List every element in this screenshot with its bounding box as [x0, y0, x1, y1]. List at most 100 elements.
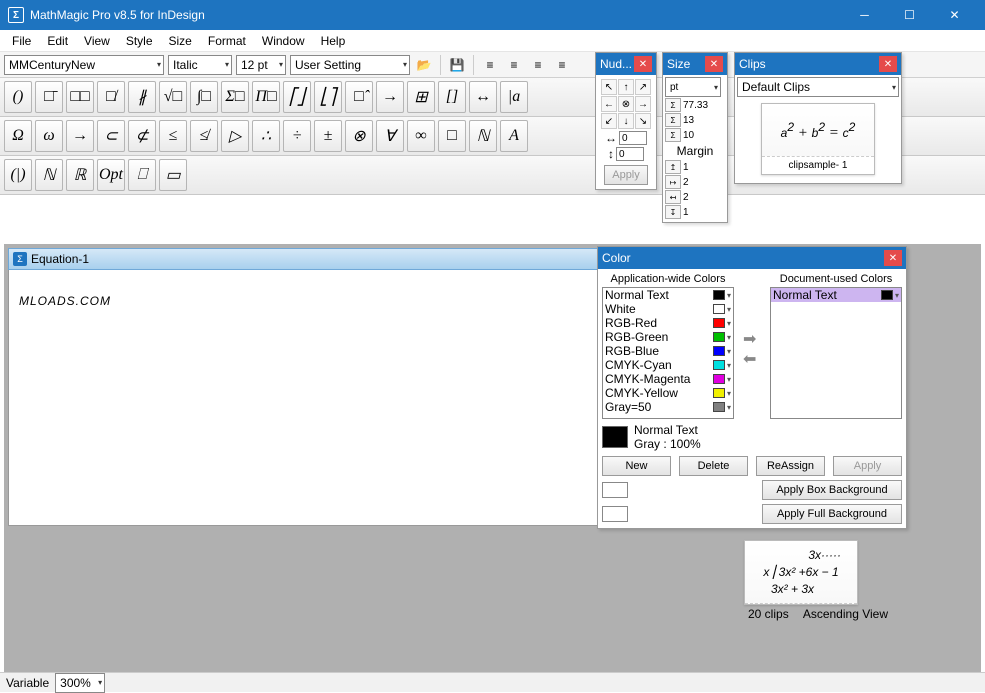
- palette-button[interactable]: ↔: [469, 81, 497, 113]
- nudge-s-icon[interactable]: ↓: [618, 113, 634, 129]
- palette-button[interactable]: ω: [35, 120, 63, 152]
- menu-window[interactable]: Window: [254, 32, 313, 50]
- palette-button[interactable]: □: [438, 120, 466, 152]
- menu-help[interactable]: Help: [313, 32, 354, 50]
- palette-button[interactable]: ⊄: [128, 120, 156, 152]
- color-new-button[interactable]: New: [602, 456, 671, 476]
- palette-button[interactable]: ℕ: [35, 159, 63, 191]
- nudge-close-icon[interactable]: ✕: [634, 56, 652, 72]
- palette-button[interactable]: □□: [66, 81, 94, 113]
- nudge-e-icon[interactable]: →: [635, 96, 651, 112]
- nudge-nw-icon[interactable]: ↖: [601, 79, 617, 95]
- menu-size[interactable]: Size: [161, 32, 200, 50]
- color-list-item[interactable]: Gray=50▾: [603, 400, 733, 414]
- palette-button[interactable]: ⎕: [128, 159, 156, 191]
- align-right-icon[interactable]: ≡: [528, 55, 548, 75]
- margin-row-icon[interactable]: ↦: [665, 175, 681, 189]
- palette-button[interactable]: |a: [500, 81, 528, 113]
- color-list-item[interactable]: Normal Text▾: [603, 288, 733, 302]
- document-titlebar[interactable]: Σ Equation-1: [8, 248, 638, 270]
- palette-button[interactable]: □̄: [35, 81, 63, 113]
- zoom-dropdown[interactable]: 300%: [55, 673, 105, 693]
- nudge-v-input[interactable]: [616, 147, 644, 161]
- size-unit-dropdown[interactable]: pt: [665, 77, 721, 97]
- close-button[interactable]: ✕: [932, 0, 977, 30]
- apply-full-bg-button[interactable]: Apply Full Background: [762, 504, 902, 524]
- margin-row-icon[interactable]: ↧: [665, 205, 681, 219]
- clip-tile[interactable]: 3x····· x⎟ 3x² +6x − 1 3x² + 3x: [744, 540, 858, 605]
- palette-button[interactable]: ⎣⎤: [314, 81, 342, 113]
- palette-button[interactable]: ℕ: [469, 120, 497, 152]
- palette-button[interactable]: □̂: [345, 81, 373, 113]
- menu-file[interactable]: File: [4, 32, 39, 50]
- menu-edit[interactable]: Edit: [39, 32, 76, 50]
- app-colors-list[interactable]: Normal Text▾White▾RGB-Red▾RGB-Green▾RGB-…: [602, 287, 734, 419]
- palette-button[interactable]: ∞: [407, 120, 435, 152]
- palette-button[interactable]: ≰: [190, 120, 218, 152]
- apply-box-bg-button[interactable]: Apply Box Background: [762, 480, 902, 500]
- size-titlebar[interactable]: Size ✕: [663, 53, 727, 75]
- align-justify-icon[interactable]: ≡: [552, 55, 572, 75]
- palette-button[interactable]: Σ□: [221, 81, 249, 113]
- color-list-item[interactable]: CMYK-Yellow▾: [603, 386, 733, 400]
- nudge-titlebar[interactable]: Nud... ✕: [596, 53, 656, 75]
- open-icon[interactable]: 📂: [414, 55, 434, 75]
- doc-colors-list[interactable]: Normal Text▾: [770, 287, 902, 419]
- clips-close-icon[interactable]: ✕: [879, 56, 897, 72]
- color-list-item[interactable]: RGB-Red▾: [603, 316, 733, 330]
- font-dropdown[interactable]: MMCenturyNew: [4, 55, 164, 75]
- color-apply-button[interactable]: Apply: [833, 456, 902, 476]
- color-list-item[interactable]: RGB-Blue▾: [603, 344, 733, 358]
- menu-format[interactable]: Format: [200, 32, 254, 50]
- move-left-icon[interactable]: ⬅: [743, 349, 761, 363]
- maximize-button[interactable]: ☐: [887, 0, 932, 30]
- nudge-h-input[interactable]: [619, 131, 647, 145]
- nudge-w-icon[interactable]: ←: [601, 96, 617, 112]
- nudge-sw-icon[interactable]: ↙: [601, 113, 617, 129]
- margin-row-icon[interactable]: ↤: [665, 190, 681, 204]
- full-bg-swatch[interactable]: [602, 506, 628, 522]
- palette-button[interactable]: →: [66, 120, 94, 152]
- color-list-item[interactable]: CMYK-Cyan▾: [603, 358, 733, 372]
- clips-set-dropdown[interactable]: Default Clips: [737, 77, 899, 97]
- size-row-icon[interactable]: Σ: [665, 113, 681, 127]
- clips-titlebar[interactable]: Clips ✕: [735, 53, 901, 75]
- fontstyle-dropdown[interactable]: Italic: [168, 55, 232, 75]
- size-row-icon[interactable]: Σ: [665, 98, 681, 112]
- palette-button[interactable]: A: [500, 120, 528, 152]
- palette-button[interactable]: (|): [4, 159, 32, 191]
- clip-tile[interactable]: a2 + b2 = c2 clipsample- 1: [761, 103, 875, 175]
- size-row-icon[interactable]: Σ: [665, 128, 681, 142]
- color-list-item[interactable]: White▾: [603, 302, 733, 316]
- menu-view[interactable]: View: [76, 32, 118, 50]
- palette-button[interactable]: Π□: [252, 81, 280, 113]
- palette-button[interactable]: ▭: [159, 159, 187, 191]
- palette-button[interactable]: ⎡⎦: [283, 81, 311, 113]
- palette-button[interactable]: √□: [159, 81, 187, 113]
- save-icon[interactable]: 💾: [447, 55, 467, 75]
- palette-button[interactable]: □̸: [97, 81, 125, 113]
- palette-button[interactable]: ±: [314, 120, 342, 152]
- palette-button[interactable]: ℝ: [66, 159, 94, 191]
- palette-button[interactable]: ∦: [128, 81, 156, 113]
- box-bg-swatch[interactable]: [602, 482, 628, 498]
- palette-button[interactable]: ⊂: [97, 120, 125, 152]
- palette-button[interactable]: (): [4, 81, 32, 113]
- palette-button[interactable]: []: [438, 81, 466, 113]
- palette-button[interactable]: ⊗: [345, 120, 373, 152]
- size-close-icon[interactable]: ✕: [705, 56, 723, 72]
- align-center-icon[interactable]: ≡: [504, 55, 524, 75]
- preset-dropdown[interactable]: User Setting: [290, 55, 410, 75]
- palette-button[interactable]: ∴: [252, 120, 280, 152]
- palette-button[interactable]: Ω: [4, 120, 32, 152]
- move-right-icon[interactable]: ➡: [743, 329, 761, 343]
- color-list-item[interactable]: Normal Text▾: [771, 288, 901, 302]
- nudge-n-icon[interactable]: ↑: [618, 79, 634, 95]
- color-list-item[interactable]: CMYK-Magenta▾: [603, 372, 733, 386]
- nudge-apply-button[interactable]: Apply: [604, 165, 648, 185]
- align-left-icon[interactable]: ≡: [480, 55, 500, 75]
- minimize-button[interactable]: ─: [842, 0, 887, 30]
- palette-button[interactable]: ▷: [221, 120, 249, 152]
- color-delete-button[interactable]: Delete: [679, 456, 748, 476]
- nudge-ne-icon[interactable]: ↗: [635, 79, 651, 95]
